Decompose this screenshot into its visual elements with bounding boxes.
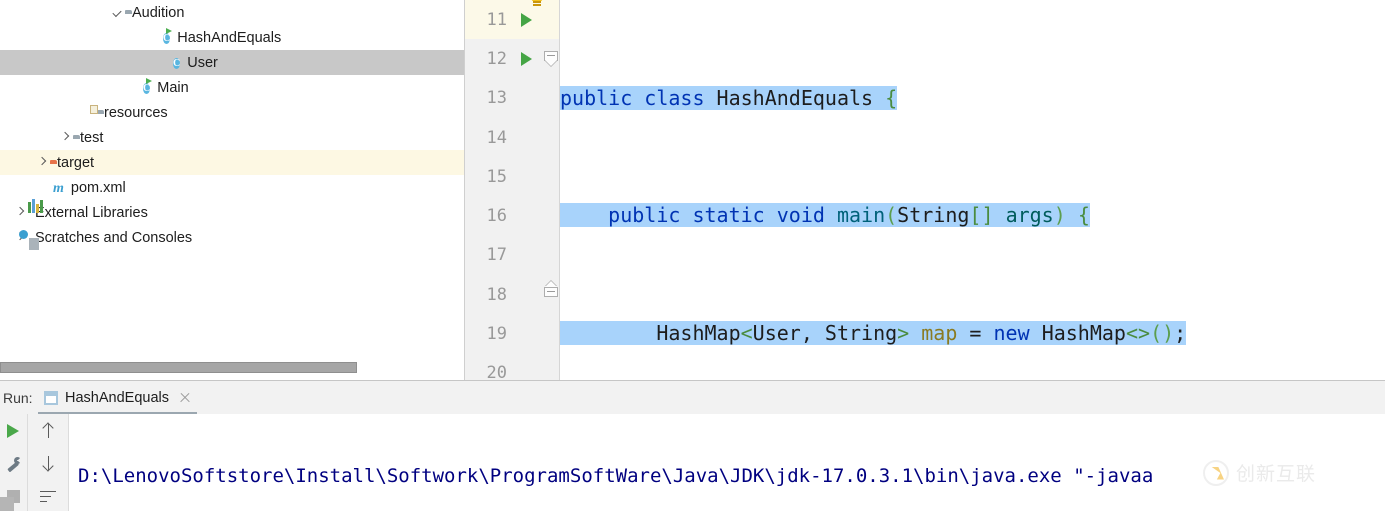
code-editor[interactable]: 11 12 13 14 15 16 17 18 19 20 public class HashAn… <box>465 0 1385 380</box>
line-number: 16 <box>486 206 507 227</box>
gutter-line-19[interactable]: 19 <box>465 314 560 353</box>
code-line-11: public class HashAndEquals { <box>560 85 898 110</box>
soft-wrap-icon <box>40 490 56 504</box>
run-tab-label: HashAndEquals <box>65 389 169 406</box>
line-number: 20 <box>486 363 507 380</box>
gutter-line-16[interactable]: 16 <box>465 196 560 235</box>
run-settings-button[interactable] <box>0 447 26 480</box>
soft-wrap-button[interactable] <box>28 480 68 511</box>
settings-wrench-icon <box>5 456 21 472</box>
run-window-corner <box>0 497 14 511</box>
chevron-down-icon[interactable] <box>110 5 125 20</box>
code-fold-icon[interactable] <box>544 50 558 67</box>
run-toolbar-secondary[interactable] <box>27 414 68 511</box>
console-line-command: D:\LenovoSoftstore\Install\Softwork\Prog… <box>78 465 1154 487</box>
scrollbar-thumb[interactable] <box>0 362 357 373</box>
project-tool-window[interactable]: Audition C HashAndEquals C User C Main resource… <box>0 0 464 380</box>
tree-item-label: Audition <box>132 4 185 21</box>
tree-item-label: Scratches and Consoles <box>35 229 193 246</box>
run-gutter-icon[interactable] <box>521 12 532 27</box>
line-number: 13 <box>486 88 507 109</box>
tree-item-audition[interactable]: Audition <box>0 0 464 25</box>
run-tool-window: Run: HashAndEquals D:\LenovoSoftstore\In… <box>0 380 1385 511</box>
gutter-line-13[interactable]: 13 <box>465 79 560 118</box>
line-number: 14 <box>486 127 507 148</box>
scroll-down-icon <box>42 455 55 472</box>
chevron-right-icon[interactable] <box>35 155 50 170</box>
tree-item-label: Main <box>157 79 189 96</box>
tree-item-main[interactable]: C Main <box>0 75 464 100</box>
tree-item-hashandequals[interactable]: C HashAndEquals <box>0 25 464 50</box>
run-gutter-icon[interactable] <box>521 51 532 66</box>
tree-item-target[interactable]: target <box>0 150 464 175</box>
scroll-up-icon <box>42 422 55 439</box>
tree-item-label: User <box>187 54 218 71</box>
run-window-label: Run: <box>3 390 33 406</box>
chevron-right-icon[interactable] <box>13 205 28 220</box>
scroll-up-button[interactable] <box>28 414 68 447</box>
tree-item-external-libraries[interactable]: External Libraries <box>0 198 464 225</box>
chevron-right-icon[interactable] <box>58 130 73 145</box>
run-tab-bar: Run: HashAndEquals <box>0 381 1385 415</box>
java-class-icon: C <box>173 58 181 69</box>
project-tree[interactable]: Audition C HashAndEquals C User C Main resource… <box>0 0 464 250</box>
code-line-12: public static void main(String[] args) { <box>560 196 1385 235</box>
tree-item-user[interactable]: C User <box>0 50 464 75</box>
rerun-icon <box>7 423 19 438</box>
gutter-line-20[interactable]: 20 <box>465 354 560 380</box>
ide-window: Audition C HashAndEquals C User C Main resource… <box>0 0 1385 511</box>
tree-item-label: resources <box>104 104 168 121</box>
tree-item-scratches-and-consoles[interactable]: Scratches and Consoles <box>0 225 464 250</box>
tree-item-test[interactable]: test <box>0 125 464 150</box>
java-class-runnable-icon: C <box>163 33 171 44</box>
code-fold-icon[interactable] <box>544 280 558 303</box>
tree-item-label: External Libraries <box>35 204 148 221</box>
gutter-line-15[interactable]: 15 <box>465 157 560 196</box>
console-tab-icon <box>44 390 58 405</box>
line-number: 19 <box>486 324 507 345</box>
editor-text-area[interactable]: public class HashAndEquals { public stat… <box>560 0 1385 380</box>
intention-bulb-icon[interactable] <box>529 0 545 9</box>
line-number: 15 <box>486 166 507 187</box>
editor-gutter[interactable]: 11 12 13 14 15 16 17 18 19 20 <box>465 0 560 380</box>
line-number: 17 <box>486 245 507 266</box>
gutter-line-17[interactable]: 17 <box>465 236 560 275</box>
tree-item-label: target <box>57 154 95 171</box>
scroll-down-button[interactable] <box>28 447 68 480</box>
gutter-line-14[interactable]: 14 <box>465 118 560 157</box>
line-number: 12 <box>486 48 507 69</box>
line-number: 11 <box>486 9 507 30</box>
gutter-line-18[interactable]: 18 <box>465 275 560 314</box>
project-tree-horizontal-scrollbar[interactable] <box>0 362 464 374</box>
tree-item-resources[interactable]: resources <box>0 100 464 125</box>
run-tab-hashandequals[interactable]: HashAndEquals <box>38 383 197 415</box>
code-line-13: HashMap<User, String> map = new HashMap<… <box>560 314 1385 353</box>
console-output[interactable]: D:\LenovoSoftstore\Install\Softwork\Prog… <box>68 414 1385 511</box>
tree-item-pom-xml[interactable]: m pom.xml <box>0 175 464 200</box>
line-number: 18 <box>486 284 507 305</box>
rerun-button[interactable] <box>0 414 26 447</box>
tree-item-label: test <box>80 129 104 146</box>
gutter-line-11[interactable]: 11 <box>465 0 560 40</box>
gutter-line-12[interactable]: 12 <box>465 39 560 78</box>
java-class-runnable-icon: C <box>143 83 151 94</box>
close-icon[interactable] <box>179 392 191 404</box>
tree-item-label: pom.xml <box>70 179 126 196</box>
maven-m-icon: m <box>53 180 64 196</box>
tree-item-label: HashAndEquals <box>177 29 282 46</box>
